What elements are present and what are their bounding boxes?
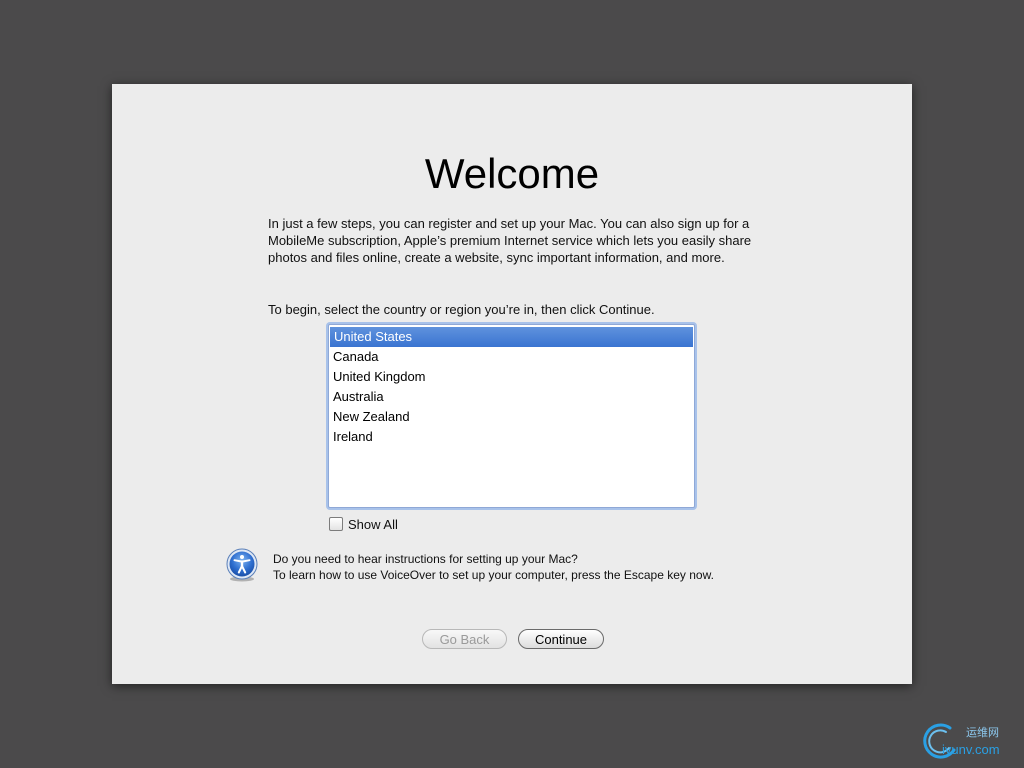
watermark-chinese: 运维网 (966, 726, 999, 739)
country-item-canada[interactable]: Canada (329, 347, 694, 367)
voiceover-question: Do you need to hear instructions for set… (273, 552, 578, 566)
continue-button[interactable]: Continue (518, 629, 604, 649)
show-all-checkbox[interactable] (329, 517, 343, 531)
country-item-united-kingdom[interactable]: United Kingdom (329, 367, 694, 387)
voiceover-notice: Do you need to hear instructions for set… (273, 551, 793, 583)
country-item-new-zealand[interactable]: New Zealand (329, 407, 694, 427)
country-list-items: United States Canada United Kingdom Aust… (329, 325, 694, 447)
country-item-united-states[interactable]: United States (330, 327, 693, 347)
show-all-label: Show All (348, 516, 398, 532)
country-list[interactable]: United States Canada United Kingdom Aust… (328, 324, 695, 508)
country-item-ireland[interactable]: Ireland (329, 427, 694, 447)
intro-text: In just a few steps, you can register an… (268, 216, 752, 265)
voiceover-instructions: To learn how to use VoiceOver to set up … (273, 568, 714, 582)
watermark-logo: 运维网 iyunv.com (918, 718, 1022, 764)
country-item-australia[interactable]: Australia (329, 387, 694, 407)
page-title: Welcome (424, 150, 600, 197)
watermark-text: iyunv.com (942, 742, 1000, 757)
accessibility-icon (226, 548, 258, 582)
show-all-option[interactable]: Show All (329, 516, 398, 532)
go-back-button[interactable]: Go Back (422, 629, 507, 649)
instruction-text: To begin, select the country or region y… (268, 302, 655, 317)
